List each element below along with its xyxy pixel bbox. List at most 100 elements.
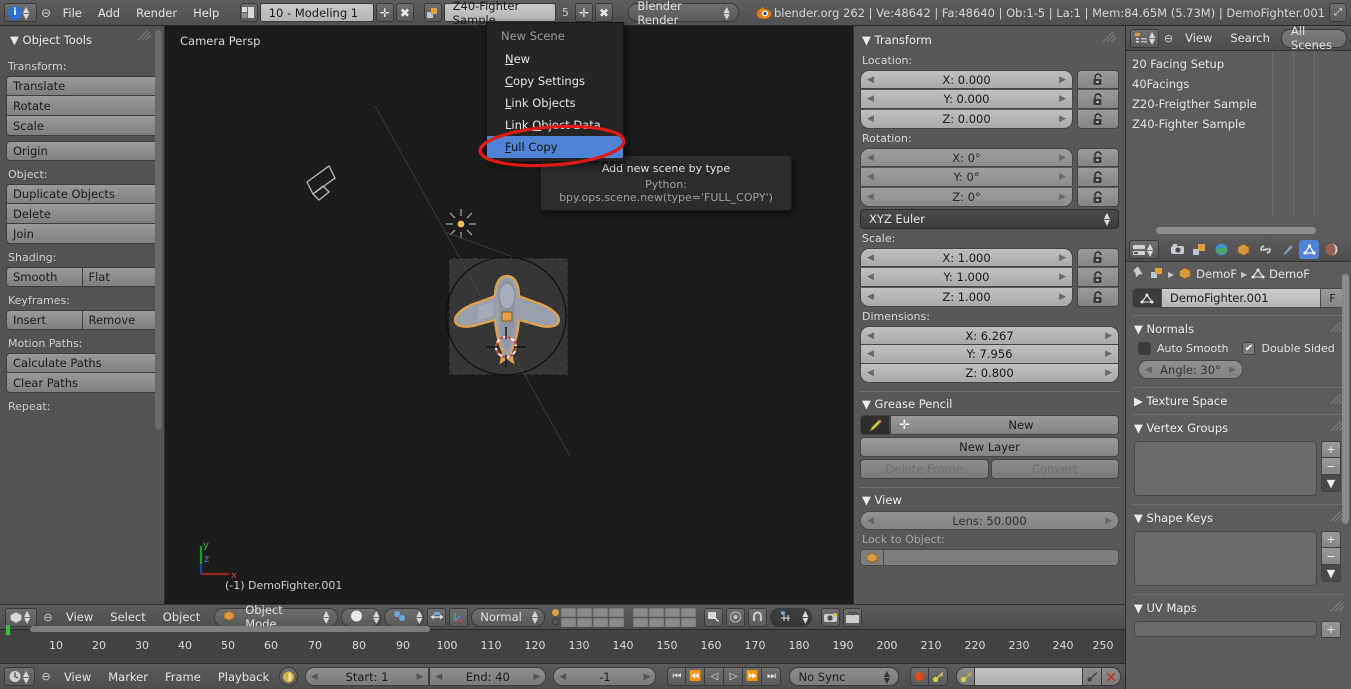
lock-rotation-z-button[interactable] (1077, 188, 1119, 207)
panel-resize-grip[interactable] (1101, 30, 1117, 44)
decrement-arrow-icon[interactable]: ◀ (867, 172, 874, 182)
add-screen-layout-button[interactable]: ✛ (375, 3, 394, 22)
increment-arrow-icon[interactable]: ▶ (1059, 253, 1066, 263)
new-grease-pencil-button[interactable]: ✛ New (890, 415, 1119, 435)
outliner-horizontal-scrollbar[interactable] (1156, 227, 1316, 234)
decrement-arrow-icon[interactable]: ◀ (867, 75, 874, 85)
object-tab-icon[interactable] (1233, 240, 1253, 259)
calculate-paths-button[interactable]: Calculate Paths (6, 353, 158, 373)
increment-arrow-icon[interactable]: ▶ (416, 672, 423, 682)
viewport-menu-view[interactable]: View (59, 608, 100, 626)
scene-layers-grid[interactable] (552, 607, 697, 627)
menu-file[interactable]: File (56, 4, 89, 22)
lock-location-y-button[interactable] (1077, 90, 1119, 109)
increment-arrow-icon[interactable]: ▶ (1229, 365, 1236, 375)
double-sided-checkbox[interactable]: ✔ Double Sided (1242, 342, 1335, 355)
shape-keys-list[interactable] (1134, 531, 1317, 586)
sync-mode-select[interactable]: No Sync ▲ ▼ (789, 667, 899, 686)
decrement-arrow-icon[interactable]: ◀ (867, 516, 874, 526)
transform-orientation-icon[interactable] (449, 607, 469, 627)
lens-field[interactable]: ◀ Lens: 50.000 ▶ (860, 511, 1119, 530)
delete-button[interactable]: Delete (6, 204, 158, 224)
playhead-marker[interactable] (6, 625, 10, 635)
rotation-z-field[interactable]: ◀ Z: 0° ▶ (860, 188, 1073, 207)
mesh-data-icon[interactable] (1251, 267, 1265, 282)
clear-paths-button[interactable]: Clear Paths (6, 373, 158, 393)
keying-set-icon[interactable] (929, 667, 948, 686)
decrement-arrow-icon[interactable]: ◀ (867, 94, 874, 104)
translate-button[interactable]: Translate (6, 76, 158, 96)
increment-arrow-icon[interactable]: ▶ (1059, 172, 1066, 182)
scene-tab-icon[interactable] (1189, 240, 1209, 259)
layers-grid-right[interactable] (633, 607, 697, 627)
properties-scrollbar[interactable] (1342, 274, 1349, 524)
texture-space-section-header[interactable]: ▶ Texture Space (1126, 390, 1351, 412)
uv-maps-section-header[interactable]: ▼ UV Maps (1126, 597, 1351, 619)
join-button[interactable]: Join (6, 224, 158, 244)
dimensions-z-field[interactable]: ◀ Z: 0.800 ▶ (860, 364, 1119, 383)
menu-item-link-object-data[interactable]: Link Object Data (487, 114, 623, 136)
preview-range-icon[interactable] (279, 667, 298, 686)
keying-set-active-icon[interactable] (956, 667, 975, 686)
delete-scene-button[interactable]: ✖ (595, 3, 614, 22)
delete-keyframe-icon[interactable] (1102, 667, 1121, 686)
render-image-icon[interactable] (821, 607, 841, 627)
lock-location-z-button[interactable] (1077, 110, 1119, 129)
interaction-mode-select[interactable]: Object Mode ▲ ▼ (214, 603, 339, 631)
convert-button[interactable]: Convert (990, 459, 1119, 479)
lock-scale-x-button[interactable] (1077, 248, 1119, 267)
breadcrumb-data-name[interactable]: DemoF (1269, 267, 1310, 281)
world-tab-icon[interactable] (1211, 240, 1231, 259)
viewport-shading-select[interactable]: ▲ ▼ (341, 607, 382, 627)
snap-target-select[interactable]: ▲ ▼ (770, 607, 813, 627)
menu-item-new[interactable]: New (487, 48, 623, 70)
jump-to-start-icon[interactable]: ⏮ (667, 667, 687, 686)
object-cube-icon[interactable] (1178, 267, 1192, 282)
origin-button[interactable]: Origin (6, 141, 158, 161)
decrement-arrow-icon[interactable]: ◀ (867, 349, 874, 359)
insert-keyframe-button[interactable]: Insert (6, 310, 83, 330)
scale-y-field[interactable]: ◀ Y: 1.000 ▶ (860, 268, 1073, 287)
manipulator-translate-icon[interactable] (427, 607, 447, 627)
delete-frame-button[interactable]: Delete Frame (860, 459, 989, 479)
scale-z-field[interactable]: ◀ Z: 1.000 ▶ (860, 288, 1073, 307)
grease-pencil-section-header[interactable]: ▼ Grease Pencil (860, 394, 1119, 415)
add-shape-key-button[interactable]: + (1321, 531, 1341, 548)
smooth-button[interactable]: Smooth (6, 267, 83, 287)
collapse-menu-icon[interactable]: ⊖ (1163, 32, 1174, 45)
jump-to-end-icon[interactable]: ⏭ (762, 667, 782, 686)
increment-arrow-icon[interactable]: ▶ (1105, 331, 1112, 341)
dimensions-y-field[interactable]: ◀ Y: 7.956 ▶ (860, 345, 1119, 364)
scene-icon[interactable] (423, 3, 442, 22)
increment-arrow-icon[interactable]: ▶ (644, 672, 651, 682)
rotate-button[interactable]: Rotate (6, 96, 158, 116)
increment-arrow-icon[interactable]: ▶ (533, 672, 540, 682)
scene-name-field[interactable]: Z40-Fighter Sample (443, 0, 556, 27)
menu-item-full-copy[interactable]: Full Copy (487, 136, 623, 158)
add-uv-map-button[interactable]: + (1321, 621, 1341, 638)
vertex-groups-list[interactable] (1134, 441, 1317, 496)
next-keyframe-icon[interactable]: ⏩ (743, 667, 763, 686)
play-reverse-icon[interactable]: ◁ (705, 667, 725, 686)
decrement-arrow-icon[interactable]: ◀ (559, 672, 566, 682)
vertex-groups-section-header[interactable]: ▼ Vertex Groups (1126, 417, 1351, 439)
screen-layout-icon[interactable] (239, 3, 258, 22)
material-tab-icon[interactable] (1321, 240, 1341, 259)
menu-item-link-objects[interactable]: Link Objects (487, 92, 623, 114)
render-animation-icon[interactable] (843, 607, 863, 627)
transform-orientation-select[interactable]: Normal ▲ ▼ (471, 607, 546, 627)
left-panel-scrollbar[interactable] (155, 30, 162, 430)
add-scene-button[interactable]: ✛ (574, 3, 594, 22)
rotation-mode-select[interactable]: XYZ Euler ▲ ▼ (860, 209, 1119, 229)
rotation-y-field[interactable]: ◀ Y: 0° ▶ (860, 168, 1073, 187)
menu-help[interactable]: Help (186, 4, 226, 22)
viewport-menu-select[interactable]: Select (103, 608, 152, 626)
flat-button[interactable]: Flat (82, 267, 158, 287)
view-section-header[interactable]: ▼ View (860, 490, 1119, 511)
uv-maps-list[interactable] (1134, 621, 1317, 637)
menu-render[interactable]: Render (129, 4, 184, 22)
end-frame-field[interactable]: ◀ End: 40 ▶ (429, 667, 547, 686)
menu-item-copy-settings[interactable]: Copy Settings (487, 70, 623, 92)
decrement-arrow-icon[interactable]: ◀ (867, 153, 874, 163)
duplicate-objects-button[interactable]: Duplicate Objects (6, 184, 158, 204)
